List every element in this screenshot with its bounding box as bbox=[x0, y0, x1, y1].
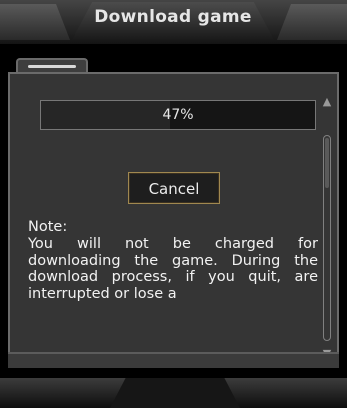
footer-ornament bbox=[110, 378, 240, 408]
cancel-button[interactable]: Cancel bbox=[128, 172, 220, 204]
window-title: Download game bbox=[94, 7, 252, 27]
title-bar-right-ornament bbox=[277, 4, 347, 40]
progress-percent: 47% bbox=[162, 107, 194, 123]
note-text: Note: You will not be charged for downlo… bbox=[28, 219, 318, 359]
tab-indicator bbox=[28, 65, 76, 68]
note-heading: Note: bbox=[28, 219, 68, 235]
panel-bottom-strip bbox=[8, 352, 339, 368]
scroll-track[interactable] bbox=[323, 135, 331, 341]
title-bar: Download game bbox=[0, 0, 347, 44]
title-bar-left-ornament bbox=[0, 4, 70, 40]
scrollbar[interactable]: ▲ ▼ bbox=[320, 95, 336, 361]
note-body: You will not be charged for downloading … bbox=[28, 235, 318, 303]
download-progress-bar: 47% bbox=[40, 100, 316, 130]
scroll-thumb[interactable] bbox=[325, 138, 329, 188]
footer-bar bbox=[0, 378, 347, 408]
arrow-up-icon[interactable]: ▲ bbox=[320, 95, 334, 109]
